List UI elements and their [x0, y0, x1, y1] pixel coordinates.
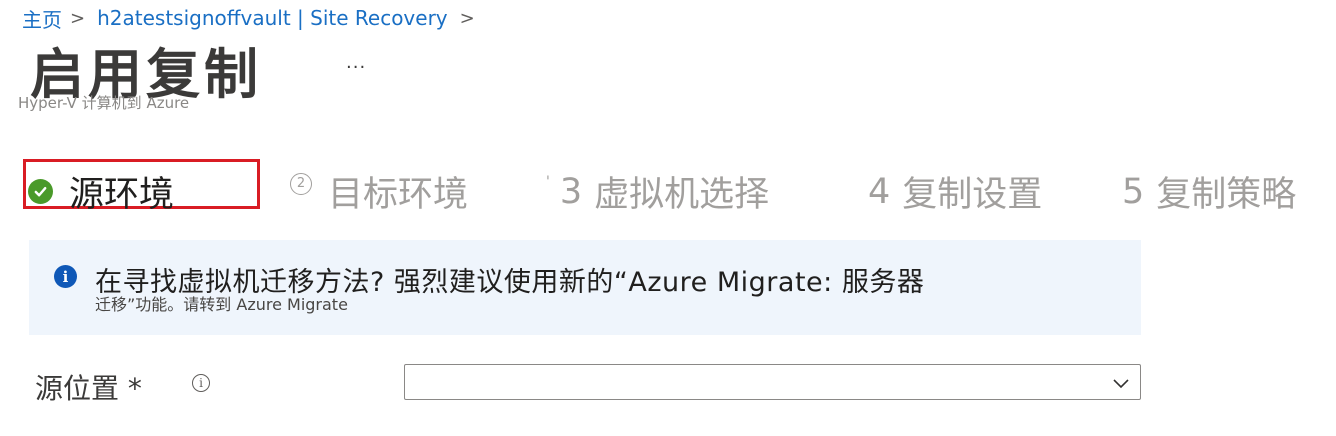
breadcrumb-home-link[interactable]: 主页: [22, 4, 62, 33]
page-subtitle: Hyper-V 计算机到 Azure: [18, 94, 190, 112]
step-replication-settings[interactable]: 4 复制设置: [868, 166, 1042, 217]
step-label: 复制策略: [1156, 175, 1297, 215]
source-location-label: 源位置 *: [35, 372, 142, 405]
info-tooltip-icon[interactable]: i: [192, 374, 210, 392]
info-banner-link-text[interactable]: 迁移”功能。请转到 Azure Migrate: [95, 291, 348, 315]
step-number-circle: 2: [290, 172, 312, 195]
chevron-down-icon: [1112, 374, 1130, 396]
step-label: 虚拟机选择: [594, 175, 770, 215]
step-number: 5: [1122, 171, 1145, 212]
breadcrumb-chevron-icon: >: [459, 7, 475, 29]
info-banner: i 在寻找虚拟机迁移方法? 强烈建议使用新的“Azure Migrate: 服务…: [29, 240, 1141, 335]
info-icon: i: [54, 265, 77, 288]
step-source-environment[interactable]: 源环境: [28, 166, 174, 217]
step-divider: ': [546, 173, 550, 190]
breadcrumb: 主页 > h2atestsignoffvault | Site Recovery…: [22, 4, 487, 32]
step-number: 4: [868, 171, 891, 212]
step-replication-policy[interactable]: 5 复制策略: [1122, 166, 1296, 217]
step-label: 复制设置: [902, 175, 1043, 215]
step-number: 3: [559, 171, 583, 212]
more-options-button[interactable]: ...: [346, 52, 366, 73]
step-target-environment[interactable]: 2 目标环境: [290, 166, 468, 217]
step-label: 目标环境: [328, 175, 469, 215]
breadcrumb-vault-link[interactable]: h2atestsignoffvault | Site Recovery: [97, 6, 448, 30]
source-location-dropdown[interactable]: [404, 364, 1141, 400]
step-label: 源环境: [69, 175, 175, 215]
checkmark-circle-icon: [28, 179, 53, 204]
step-vm-selection[interactable]: ' 3 虚拟机选择: [546, 166, 769, 217]
breadcrumb-separator: >: [70, 7, 86, 29]
